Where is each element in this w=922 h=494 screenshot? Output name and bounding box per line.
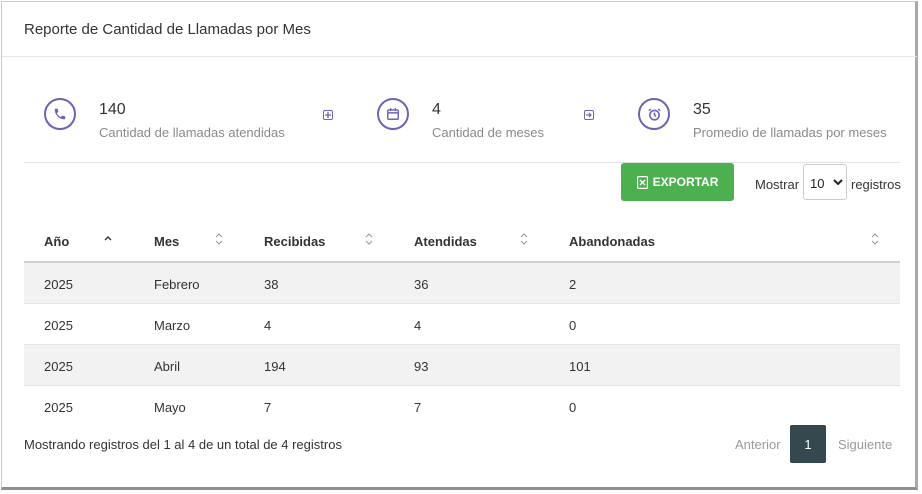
show-label: Mostrar	[755, 177, 800, 192]
cell-month: Mayo	[154, 400, 186, 415]
divider	[24, 162, 900, 163]
cell-answered: 7	[414, 400, 422, 415]
cell-abandoned: 0	[569, 318, 577, 333]
export-button[interactable]: EXPORTAR	[621, 163, 734, 201]
cell-month: Abril	[154, 359, 181, 374]
phone-icon	[44, 98, 76, 130]
table-row: 2025 Febrero 38 36 2	[24, 263, 900, 304]
pagination-next[interactable]: Siguiente	[838, 437, 892, 452]
sort-ascending-icon[interactable]	[103, 232, 113, 251]
page-size-value: 10	[810, 176, 825, 191]
column-header-answered[interactable]: Atendidas	[414, 234, 477, 249]
stat-calls-value: 140	[99, 101, 126, 118]
sort-icon[interactable]	[519, 232, 529, 251]
export-button-label: EXPORTAR	[652, 175, 719, 189]
calendar-icon	[377, 98, 409, 130]
table-summary: Mostrando registros del 1 al 4 de un tot…	[24, 437, 342, 452]
cell-received: 194	[264, 359, 286, 374]
cell-answered: 4	[414, 318, 422, 333]
sort-icon[interactable]	[214, 232, 224, 251]
stat-months-value: 4	[432, 101, 441, 118]
cell-abandoned: 2	[569, 277, 577, 292]
stat-average-label: Promedio de llamadas por meses	[693, 125, 887, 140]
sort-icon[interactable]	[364, 232, 374, 251]
sort-icon[interactable]	[870, 232, 880, 251]
excel-file-icon	[636, 175, 648, 189]
cell-answered: 93	[414, 359, 429, 374]
alarm-clock-icon	[638, 98, 670, 130]
table-row: 2025 Abril 194 93 101	[24, 345, 900, 386]
cell-year: 2025	[44, 400, 73, 415]
cell-year: 2025	[44, 277, 73, 292]
column-header-received[interactable]: Recibidas	[264, 234, 325, 249]
expand-icon	[323, 110, 333, 120]
cell-year: 2025	[44, 359, 73, 374]
page-title: Reporte de Cantidad de Llamadas por Mes	[24, 21, 311, 38]
page-size-select[interactable]: 10	[803, 164, 847, 200]
chevron-down-icon	[833, 175, 843, 192]
cell-abandoned: 101	[569, 359, 591, 374]
cell-received: 38	[264, 277, 279, 292]
table-row: 2025 Mayo 7 7 0	[24, 386, 900, 427]
cell-abandoned: 0	[569, 400, 577, 415]
cell-received: 7	[264, 400, 272, 415]
table-row: 2025 Marzo 4 4 0	[24, 304, 900, 345]
arrow-box-icon	[584, 110, 594, 120]
report-header: Reporte de Cantidad de Llamadas por Mes	[2, 2, 917, 57]
stat-months-label: Cantidad de meses	[432, 125, 545, 140]
cell-year: 2025	[44, 318, 73, 333]
cell-month: Marzo	[154, 318, 191, 333]
pagination-page-1[interactable]: 1	[790, 425, 826, 463]
cell-month: Febrero	[154, 277, 200, 292]
cell-received: 4	[264, 318, 272, 333]
records-label: registros	[851, 177, 901, 192]
cell-answered: 36	[414, 277, 429, 292]
column-header-year[interactable]: Año	[44, 234, 69, 249]
column-header-month[interactable]: Mes	[154, 234, 179, 249]
stat-average-value: 35	[693, 101, 711, 118]
pagination-previous[interactable]: Anterior	[735, 437, 781, 452]
column-header-abandoned[interactable]: Abandonadas	[569, 234, 655, 249]
stat-calls-label: Cantidad de llamadas atendidas	[99, 125, 285, 140]
